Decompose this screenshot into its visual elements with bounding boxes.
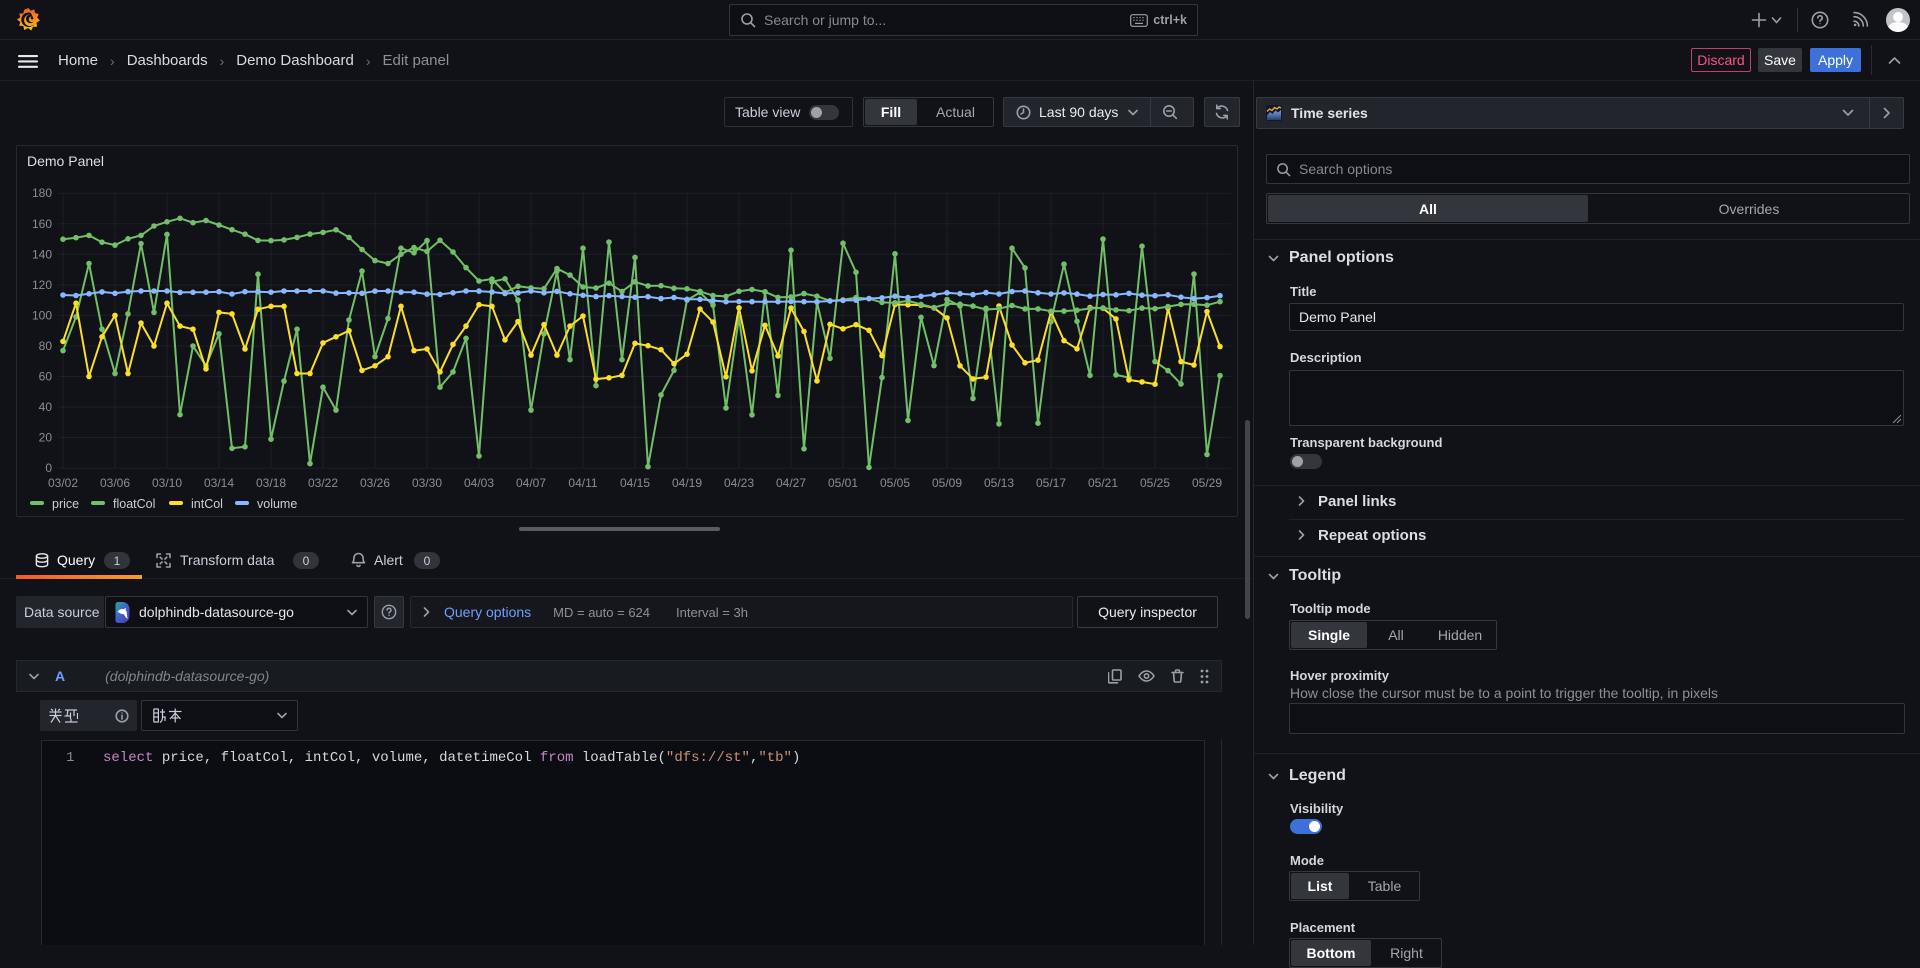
svg-text:03/02: 03/02 [48, 476, 78, 490]
svg-text:03/22: 03/22 [308, 476, 338, 490]
svg-text:05/29: 05/29 [1192, 476, 1222, 490]
svg-text:floatCol: floatCol [113, 497, 155, 511]
svg-text:03/30: 03/30 [412, 476, 442, 490]
svg-text:price: price [52, 497, 79, 511]
svg-text:04/19: 04/19 [672, 476, 702, 490]
svg-text:05/21: 05/21 [1088, 476, 1118, 490]
svg-text:04/23: 04/23 [724, 476, 754, 490]
svg-text:60: 60 [39, 370, 53, 384]
svg-text:05/05: 05/05 [880, 476, 910, 490]
svg-text:04/11: 04/11 [568, 476, 597, 490]
svg-text:05/01: 05/01 [828, 476, 858, 490]
svg-text:04/03: 04/03 [464, 476, 494, 490]
svg-text:05/25: 05/25 [1140, 476, 1170, 490]
svg-text:04/27: 04/27 [776, 476, 806, 490]
svg-text:100: 100 [32, 308, 52, 322]
svg-text:03/14: 03/14 [204, 476, 234, 490]
svg-text:180: 180 [32, 186, 52, 200]
svg-text:05/13: 05/13 [984, 476, 1014, 490]
svg-text:140: 140 [32, 247, 52, 261]
svg-text:05/17: 05/17 [1036, 476, 1066, 490]
svg-text:05/09: 05/09 [932, 476, 962, 490]
svg-text:03/18: 03/18 [256, 476, 286, 490]
svg-text:20: 20 [39, 431, 53, 445]
svg-text:0: 0 [45, 461, 52, 475]
svg-text:03/06: 03/06 [100, 476, 130, 490]
svg-text:04/07: 04/07 [516, 476, 546, 490]
svg-text:160: 160 [32, 217, 52, 231]
svg-text:volume: volume [257, 497, 297, 511]
svg-text:intCol: intCol [191, 497, 223, 511]
svg-text:80: 80 [39, 339, 53, 353]
svg-text:120: 120 [32, 278, 52, 292]
svg-text:03/26: 03/26 [360, 476, 390, 490]
svg-text:04/15: 04/15 [620, 476, 650, 490]
svg-text:40: 40 [39, 400, 53, 414]
svg-text:03/10: 03/10 [152, 476, 182, 490]
